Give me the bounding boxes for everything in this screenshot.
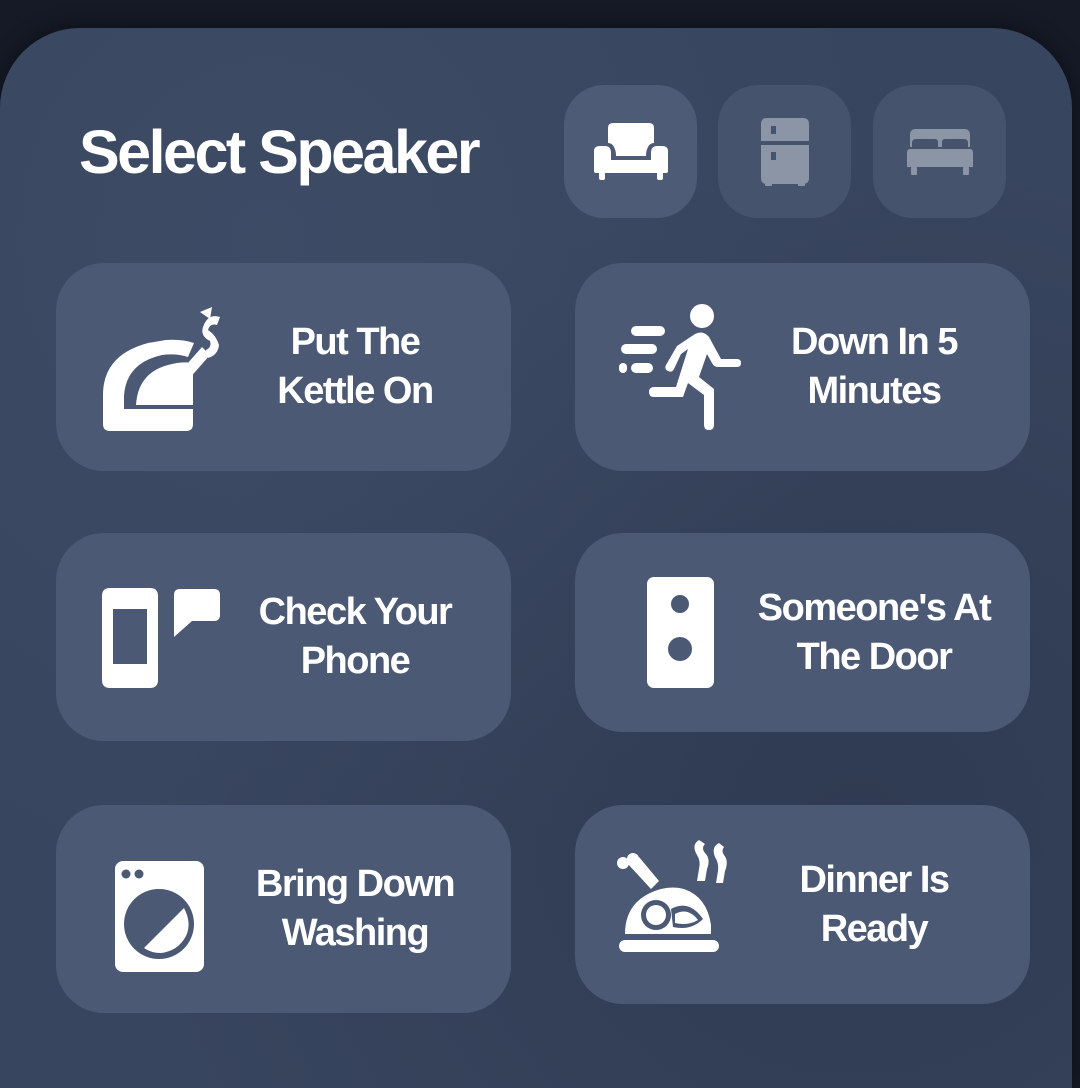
- roast-turkey-icon: [615, 837, 745, 967]
- message-label-line1: Someone's At: [757, 586, 992, 629]
- sofa-icon: [593, 122, 668, 181]
- message-label-line2: Minutes: [807, 370, 942, 412]
- message-tile-down-in-5[interactable]: Down In 5 Minutes: [575, 263, 1030, 471]
- washing-machine-icon: [96, 845, 226, 975]
- message-label: Down In 5 Minutes: [765, 263, 983, 471]
- message-label-line1: Down In 5: [791, 321, 958, 363]
- message-label-line1: Dinner Is: [799, 858, 950, 901]
- speaker-button-bedroom[interactable]: [873, 85, 1006, 218]
- doorbell-icon: [615, 567, 745, 697]
- page-title: Select Speaker: [79, 118, 481, 186]
- phone-message-icon: [96, 573, 226, 703]
- message-label-line2: Washing: [281, 912, 430, 954]
- fridge-icon: [760, 117, 809, 186]
- message-label: Check Your Phone: [246, 533, 464, 741]
- message-tile-kettle[interactable]: Put The Kettle On: [56, 263, 511, 471]
- message-tile-check-phone[interactable]: Check Your Phone: [56, 533, 511, 741]
- message-label-line1: Bring Down: [255, 863, 456, 905]
- speaker-button-kitchen[interactable]: [718, 85, 851, 218]
- message-tile-dinner[interactable]: Dinner Is Ready: [575, 805, 1030, 1004]
- message-label: Bring Down Washing: [246, 805, 464, 1013]
- running-person-icon: [615, 303, 745, 433]
- speaker-button-living-room[interactable]: [564, 85, 697, 218]
- message-label-line2: Phone: [300, 640, 411, 682]
- kettle-icon: [96, 303, 226, 433]
- message-label: Put The Kettle On: [246, 263, 464, 471]
- message-label-line1: Check Your: [258, 591, 453, 633]
- bed-icon: [906, 128, 973, 175]
- message-label: Dinner Is Ready: [765, 805, 983, 1004]
- speaker-panel: Select Speaker Put The Kettle On Down In…: [0, 28, 1072, 1088]
- message-label: Someone's At The Door: [758, 533, 992, 732]
- message-label-line2: Ready: [820, 907, 929, 950]
- message-tile-door[interactable]: Someone's At The Door: [575, 533, 1030, 732]
- message-label-line2: Kettle On: [277, 370, 434, 412]
- message-label-line2: The Door: [796, 635, 953, 678]
- message-tile-washing[interactable]: Bring Down Washing: [56, 805, 511, 1013]
- message-label-line1: Put The: [290, 321, 421, 363]
